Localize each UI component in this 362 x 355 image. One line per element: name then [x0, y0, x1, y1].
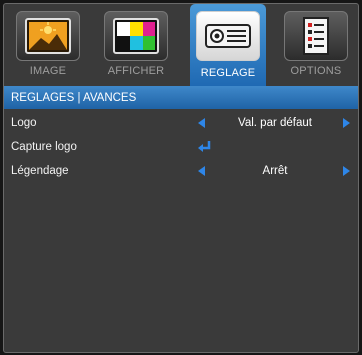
osd-menu: IMAGE AFFICHER REGLAGE OPTIONS REGLAGES …: [3, 3, 359, 353]
row-capture-logo[interactable]: Capture logo: [4, 136, 358, 160]
arrow-left-icon[interactable]: [198, 118, 205, 128]
row-legendage-label: Légendage: [11, 165, 69, 177]
section-header: REGLAGES | AVANCES: [4, 86, 358, 109]
row-capture-logo-label: Capture logo: [11, 141, 77, 153]
row-logo-label: Logo: [11, 117, 37, 129]
row-logo-value: Val. par défaut: [238, 117, 312, 129]
arrow-left-icon[interactable]: [198, 166, 205, 176]
arrow-right-icon[interactable]: [343, 166, 350, 176]
row-logo[interactable]: Logo Val. par défaut: [4, 112, 358, 136]
tab-image[interactable]: IMAGE: [12, 8, 84, 82]
image-icon: [16, 11, 80, 61]
tab-options[interactable]: OPTIONS: [280, 8, 352, 82]
tab-afficher-label: AFFICHER: [107, 65, 165, 77]
enter-icon[interactable]: [196, 139, 212, 158]
settings-list: Logo Val. par défaut Capture logo Légend…: [4, 112, 358, 184]
section-title: REGLAGES | AVANCES: [11, 91, 137, 104]
tab-reglage[interactable]: REGLAGE: [190, 4, 266, 86]
display-icon: [104, 11, 168, 61]
arrow-right-icon[interactable]: [343, 118, 350, 128]
row-legendage-value: Arrêt: [262, 165, 288, 177]
tab-reglage-label: REGLAGE: [200, 67, 256, 79]
tab-image-label: IMAGE: [29, 65, 67, 77]
row-legendage[interactable]: Légendage Arrêt: [4, 160, 358, 184]
tab-options-label: OPTIONS: [290, 65, 342, 77]
options-icon: [284, 11, 348, 61]
projector-icon: [196, 11, 260, 61]
tab-afficher[interactable]: AFFICHER: [100, 8, 172, 82]
menu-tabs: IMAGE AFFICHER REGLAGE OPTIONS: [4, 4, 358, 86]
